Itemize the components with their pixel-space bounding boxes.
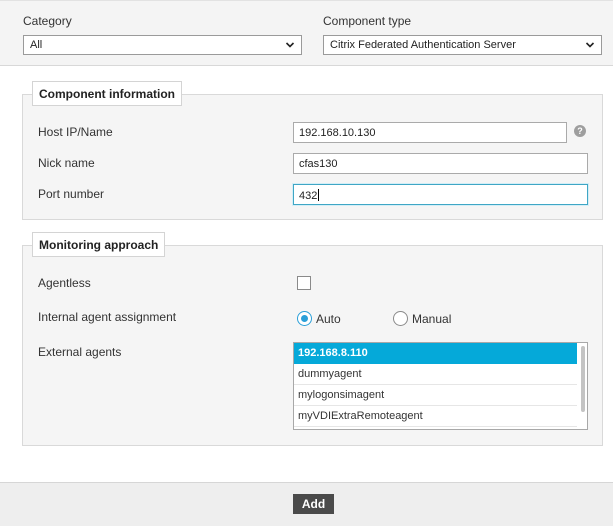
port-number-input[interactable]: 432 xyxy=(293,184,588,205)
manual-radio[interactable] xyxy=(393,311,408,326)
component-type-select-value: Citrix Federated Authentication Server xyxy=(330,39,516,51)
nick-name-input[interactable]: cfas130 xyxy=(293,153,588,174)
manual-radio-label[interactable]: Manual xyxy=(412,312,451,326)
listbox-scrollbar[interactable] xyxy=(581,346,585,426)
component-type-label: Component type xyxy=(323,14,412,28)
monitoring-approach-legend: Monitoring approach xyxy=(32,232,166,257)
scrollbar-thumb[interactable] xyxy=(581,346,585,412)
list-item[interactable]: dummyagent xyxy=(294,364,577,385)
host-input[interactable]: 192.168.10.130 xyxy=(293,122,567,143)
chevron-down-icon xyxy=(285,42,295,48)
help-icon[interactable]: ? xyxy=(574,125,586,137)
category-select-value: All xyxy=(30,39,43,51)
host-label: Host IP/Name xyxy=(38,125,113,139)
text-caret xyxy=(318,189,320,201)
agentless-label: Agentless xyxy=(38,276,91,290)
nick-name-input-value: cfas130 xyxy=(299,158,338,170)
nick-name-label: Nick name xyxy=(38,156,95,170)
list-item[interactable]: mylogonsimagent xyxy=(294,385,577,406)
auto-radio-label[interactable]: Auto xyxy=(316,312,341,326)
auto-radio[interactable] xyxy=(297,311,312,326)
category-label: Category xyxy=(23,14,72,28)
add-button[interactable]: Add xyxy=(293,494,334,514)
port-number-label: Port number xyxy=(38,187,105,201)
internal-agent-assignment-label: Internal agent assignment xyxy=(38,310,177,324)
list-item[interactable]: 192.168.8.110 xyxy=(294,343,577,364)
host-input-value: 192.168.10.130 xyxy=(299,127,376,139)
component-information-legend: Component information xyxy=(32,81,182,106)
list-item[interactable]: myVDIExtraRemoteagent xyxy=(294,406,577,427)
footer-bar: Add xyxy=(0,482,613,526)
external-agents-label: External agents xyxy=(38,345,122,359)
category-select[interactable]: All xyxy=(23,35,302,55)
chevron-down-icon xyxy=(585,42,595,48)
external-agents-listbox[interactable]: 192.168.8.110 dummyagent mylogonsimagent… xyxy=(293,342,588,430)
agentless-checkbox[interactable] xyxy=(297,276,311,290)
port-number-input-value: 432 xyxy=(299,190,318,202)
component-type-select[interactable]: Citrix Federated Authentication Server xyxy=(323,35,602,55)
filter-bar: Category All Component type Citrix Feder… xyxy=(0,0,613,66)
